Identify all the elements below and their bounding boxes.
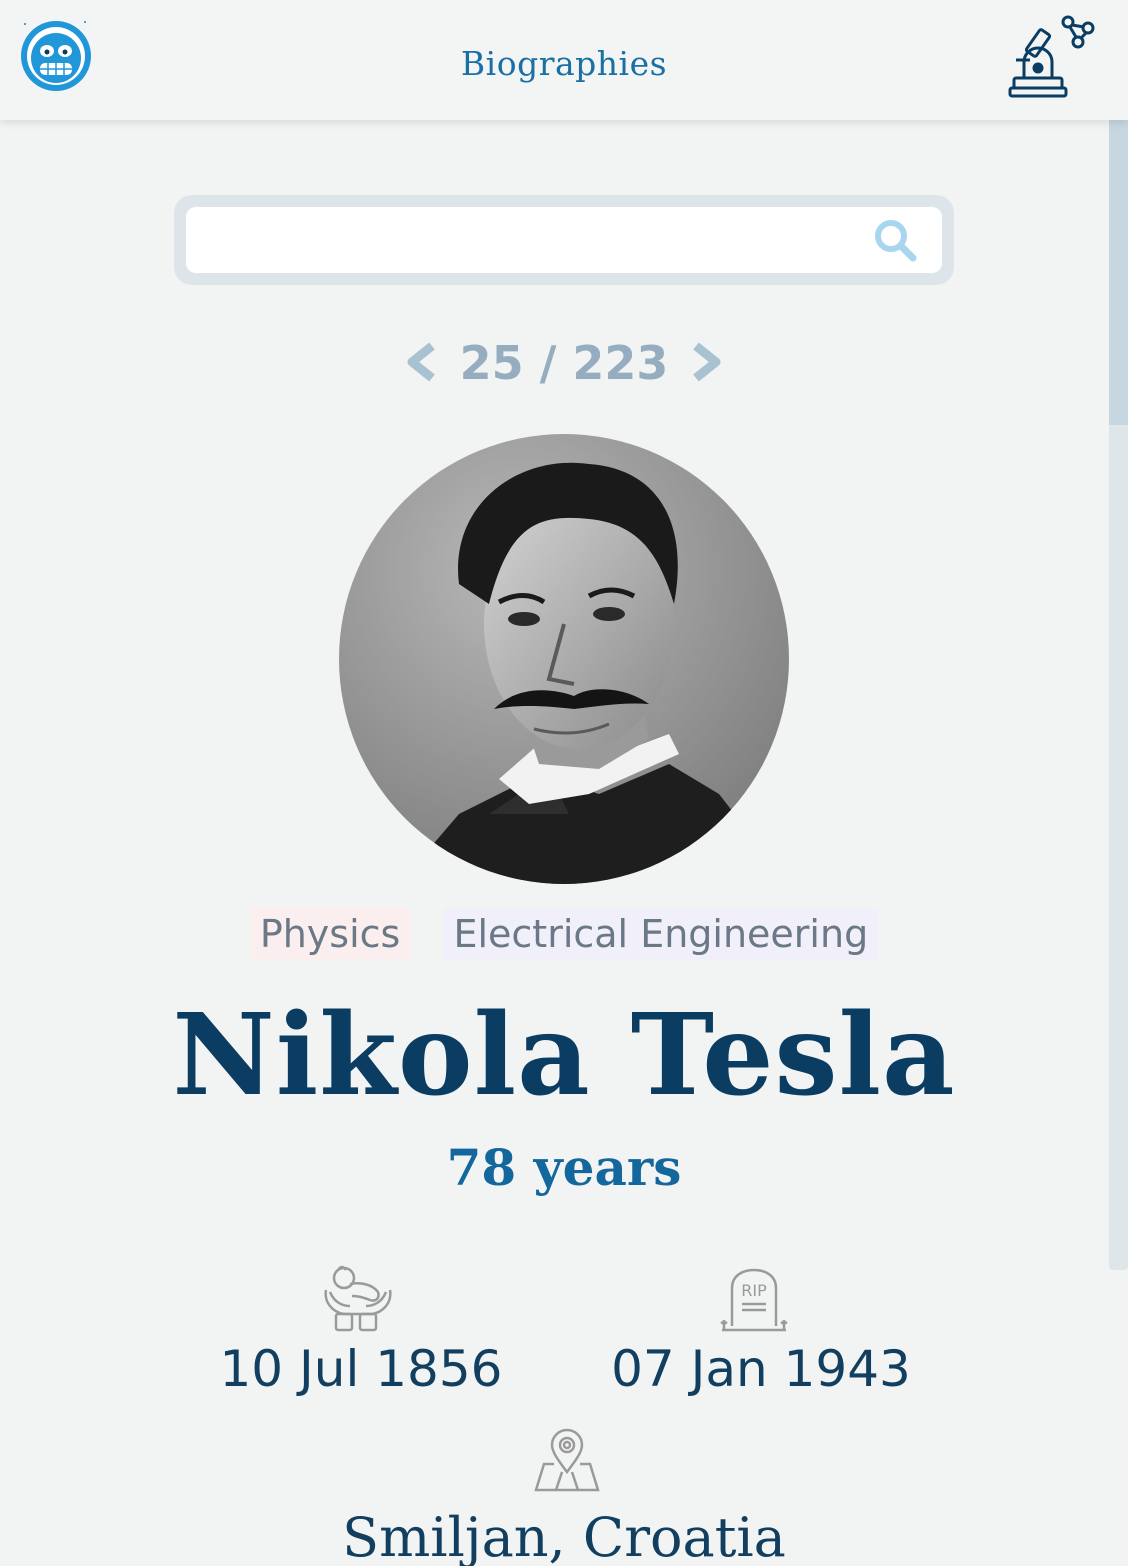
birth-date: 10 Jul 1856 bbox=[219, 1340, 503, 1398]
tag-physics[interactable]: Physics bbox=[249, 908, 411, 960]
portrait-photo bbox=[339, 434, 789, 884]
svg-text:RIP: RIP bbox=[741, 1281, 767, 1300]
tombstone-icon: RIP bbox=[718, 1266, 790, 1334]
top-bar: Biographies bbox=[0, 0, 1128, 120]
search-icon[interactable] bbox=[872, 217, 918, 263]
pager: 25 / 223 bbox=[0, 330, 1128, 390]
birth-place: Smiljan, Croatia bbox=[342, 1506, 786, 1566]
search-input[interactable] bbox=[186, 207, 942, 273]
chevron-right-icon[interactable] bbox=[690, 342, 726, 382]
header-title: Biographies bbox=[460, 44, 668, 83]
tag-electrical-engineering[interactable]: Electrical Engineering bbox=[443, 908, 879, 960]
microscope-icon[interactable] bbox=[1006, 14, 1102, 102]
person-name: Nikola Tesla bbox=[172, 990, 956, 1121]
person-age: 78 years bbox=[446, 1138, 682, 1197]
map-pin-icon bbox=[532, 1428, 602, 1494]
baby-icon bbox=[320, 1262, 396, 1334]
death-date: 07 Jan 1943 bbox=[611, 1340, 911, 1398]
search-box bbox=[174, 195, 954, 285]
page-counter: 25 / 223 bbox=[459, 336, 669, 390]
category-tags: Physics Electrical Engineering bbox=[0, 908, 1128, 960]
